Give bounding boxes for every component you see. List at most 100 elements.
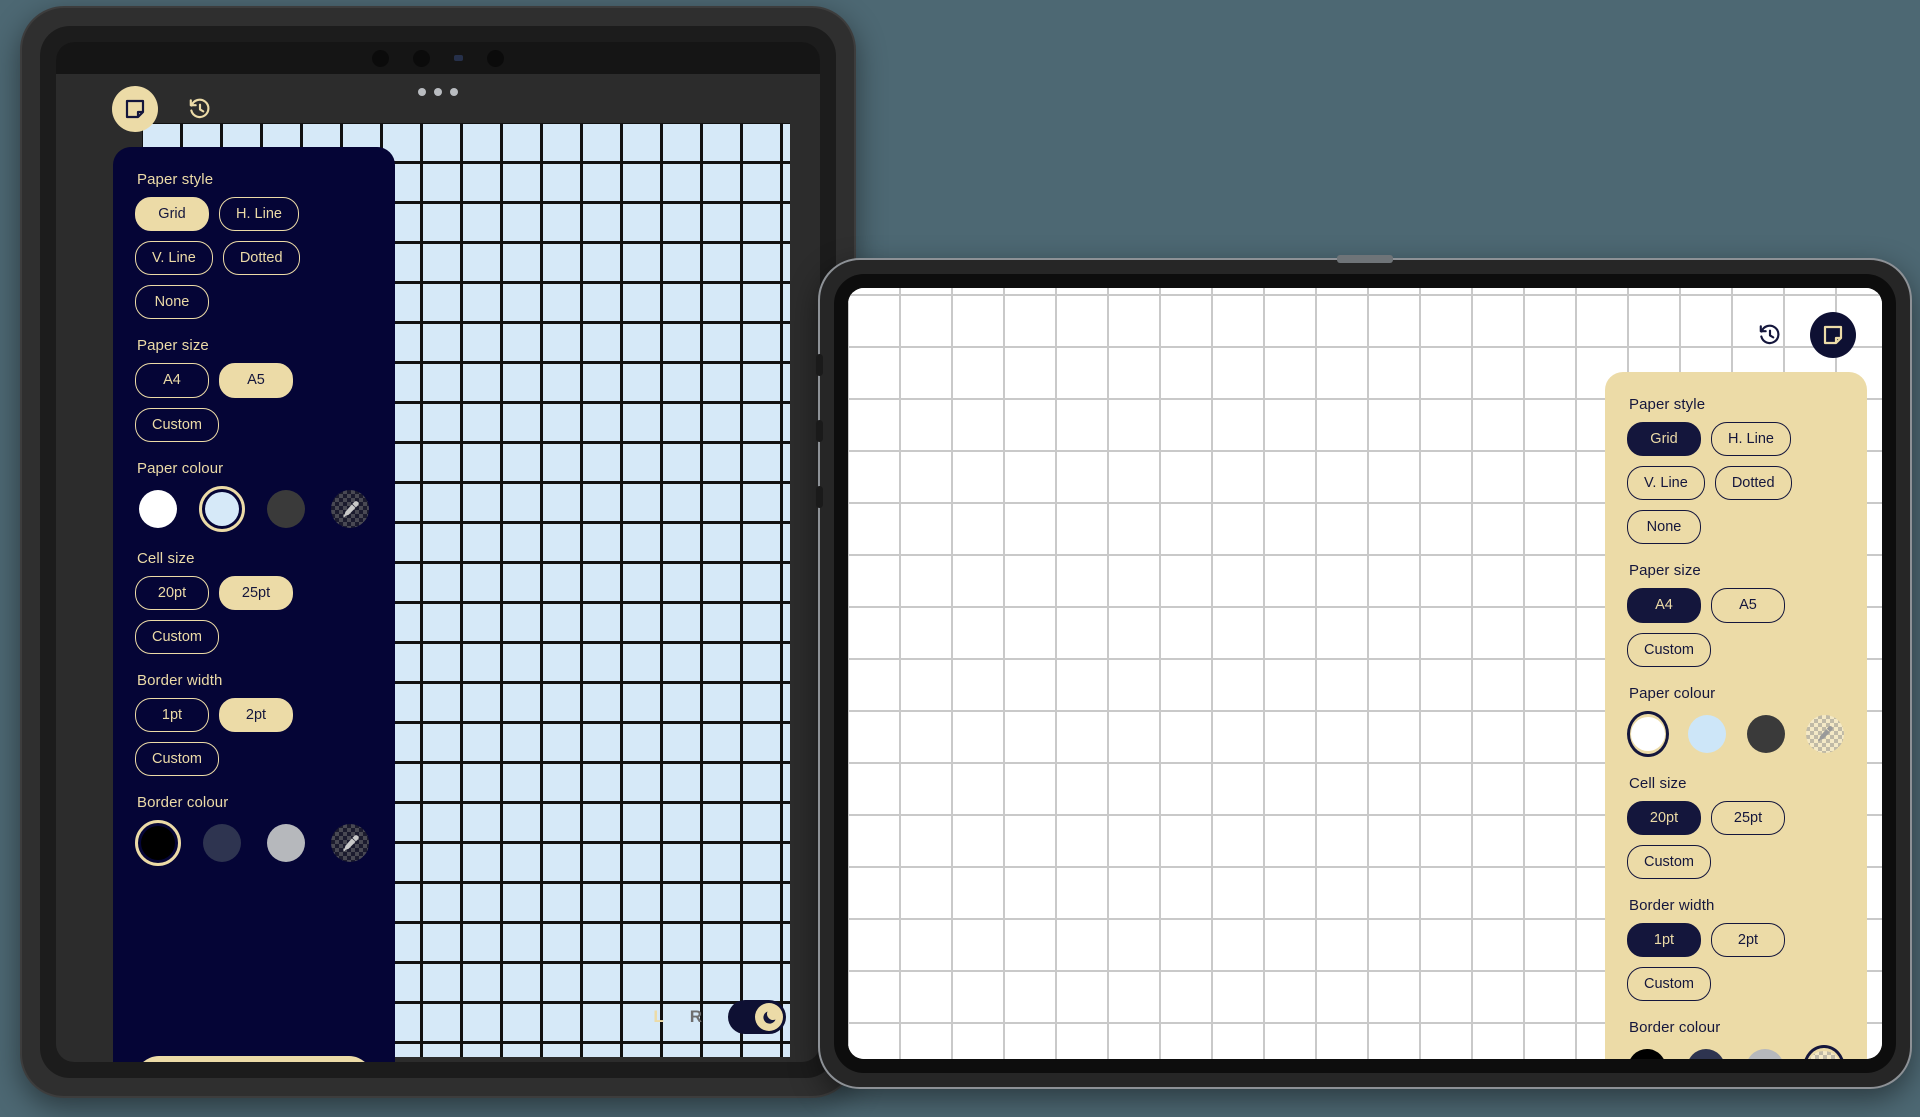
swatch-border-black[interactable] bbox=[1627, 1045, 1668, 1059]
swatch-fill bbox=[267, 489, 305, 528]
tablet-light-device: Paper style Grid H. Line V. Line Dotted … bbox=[816, 255, 1912, 1089]
section-label-border-width: Border width bbox=[1629, 896, 1715, 914]
chip-cell-size-custom[interactable]: Custom bbox=[1627, 844, 1711, 879]
history-button[interactable] bbox=[180, 89, 220, 129]
chip-paper-style-dotted[interactable]: Dotted bbox=[222, 241, 300, 276]
chip-paper-style-v-line[interactable]: V. Line bbox=[1627, 466, 1705, 501]
paper-settings-button[interactable] bbox=[1810, 312, 1856, 358]
swatch-fill bbox=[1687, 714, 1726, 753]
eyedropper-swatch bbox=[331, 489, 369, 528]
cell-size-options: 20pt 25pt Custom bbox=[135, 575, 373, 654]
chip-cell-size-20pt[interactable]: 20pt bbox=[135, 575, 209, 610]
section-border-width: Border width 1pt 2pt Custom bbox=[135, 672, 373, 777]
section-label-cell-size: Cell size bbox=[137, 549, 195, 567]
eyedropper-swatch bbox=[1807, 1051, 1842, 1059]
chip-border-width-custom[interactable]: Custom bbox=[135, 742, 219, 777]
section-paper-style: Paper style Grid H. Line V. Line Dotted … bbox=[1627, 396, 1845, 545]
section-label-border-colour: Border colour bbox=[137, 794, 229, 812]
chip-paper-style-h-line[interactable]: H. Line bbox=[219, 197, 299, 232]
swatch-fill bbox=[205, 491, 239, 526]
chip-paper-size-a4[interactable]: A4 bbox=[135, 363, 209, 398]
chip-border-width-custom[interactable]: Custom bbox=[1627, 967, 1711, 1002]
swatch-paper-white[interactable] bbox=[135, 486, 181, 532]
swatch-border-eyedropper[interactable] bbox=[1803, 1045, 1845, 1059]
chip-border-width-2pt[interactable]: 2pt bbox=[219, 697, 293, 732]
chip-cell-size-custom[interactable]: Custom bbox=[135, 619, 219, 654]
swatch-fill bbox=[141, 826, 175, 861]
side-button-icon[interactable] bbox=[816, 354, 823, 376]
swatch-border-grey[interactable] bbox=[1745, 1045, 1786, 1059]
section-label-border-colour: Border colour bbox=[1629, 1019, 1721, 1037]
section-paper-colour: Paper colour bbox=[135, 460, 373, 532]
swatch-paper-eyedropper[interactable] bbox=[1804, 711, 1845, 757]
history-revert-icon bbox=[1759, 324, 1780, 345]
swatch-fill bbox=[1630, 716, 1665, 751]
section-label-paper-style: Paper style bbox=[1629, 396, 1706, 413]
swatch-fill bbox=[1746, 714, 1785, 753]
chip-paper-size-custom[interactable]: Custom bbox=[135, 407, 219, 442]
tablet-light-screen: Paper style Grid H. Line V. Line Dotted … bbox=[848, 288, 1882, 1059]
swatch-paper-dark[interactable] bbox=[263, 486, 309, 532]
swatch-paper-blue[interactable] bbox=[199, 485, 245, 532]
swatch-border-navy[interactable] bbox=[1686, 1045, 1727, 1059]
swatch-paper-white[interactable] bbox=[1627, 710, 1669, 757]
chip-paper-style-none[interactable]: None bbox=[135, 285, 209, 320]
moon-icon bbox=[762, 1011, 776, 1024]
chip-paper-style-dotted[interactable]: Dotted bbox=[1714, 466, 1792, 501]
eyedropper-icon bbox=[1817, 726, 1833, 742]
swatch-border-black[interactable] bbox=[135, 820, 181, 867]
handle-dot-icon bbox=[450, 88, 458, 96]
paper-style-options: Grid H. Line V. Line Dotted None bbox=[135, 197, 373, 320]
camera-lens-icon bbox=[487, 49, 504, 67]
create-button[interactable]: Create bbox=[135, 1056, 373, 1062]
chip-paper-size-a5[interactable]: A5 bbox=[219, 363, 293, 398]
handedness-right-label[interactable]: R bbox=[690, 1007, 702, 1027]
swatch-border-eyedropper[interactable] bbox=[327, 820, 373, 866]
section-border-colour: Border colour bbox=[135, 794, 373, 867]
chip-cell-size-20pt[interactable]: 20pt bbox=[1627, 800, 1701, 835]
swatch-border-navy[interactable] bbox=[199, 820, 245, 866]
border-width-options: 1pt 2pt Custom bbox=[1627, 922, 1845, 1002]
chip-paper-style-grid[interactable]: Grid bbox=[135, 197, 209, 232]
swatch-border-grey[interactable] bbox=[263, 820, 309, 866]
theme-toggle[interactable] bbox=[728, 1000, 786, 1034]
chip-paper-size-a4[interactable]: A4 bbox=[1627, 588, 1701, 623]
chip-paper-size-custom[interactable]: Custom bbox=[1627, 632, 1711, 667]
paper-size-options: A4 A5 Custom bbox=[1627, 588, 1845, 667]
chip-border-width-1pt[interactable]: 1pt bbox=[1627, 922, 1701, 957]
chip-border-width-2pt[interactable]: 2pt bbox=[1711, 922, 1785, 957]
tablet-light-toolbar bbox=[1750, 312, 1856, 358]
chip-cell-size-25pt[interactable]: 25pt bbox=[1711, 800, 1785, 835]
chip-cell-size-25pt[interactable]: 25pt bbox=[219, 575, 293, 610]
tablet-light-antenna-band bbox=[1337, 255, 1393, 263]
side-button-icon[interactable] bbox=[816, 486, 823, 508]
chip-paper-style-grid[interactable]: Grid bbox=[1627, 422, 1701, 457]
tablet-dark-bezel: Paper style Grid H. Line V. Line Dotted … bbox=[40, 26, 836, 1078]
eyedropper-swatch bbox=[1805, 714, 1844, 753]
side-button-icon[interactable] bbox=[816, 420, 823, 442]
chip-paper-style-none[interactable]: None bbox=[1627, 510, 1701, 545]
chip-paper-size-a5[interactable]: A5 bbox=[1711, 588, 1785, 623]
paper-settings-button[interactable] bbox=[112, 86, 158, 132]
tablet-dark-device: Paper style Grid H. Line V. Line Dotted … bbox=[20, 6, 856, 1098]
history-button[interactable] bbox=[1750, 315, 1790, 355]
eyedropper-icon bbox=[343, 835, 359, 852]
swatch-paper-eyedropper[interactable] bbox=[327, 486, 373, 532]
tablet-dark-screen: Paper style Grid H. Line V. Line Dotted … bbox=[56, 42, 820, 1062]
swatch-paper-dark[interactable] bbox=[1745, 711, 1786, 757]
section-label-cell-size: Cell size bbox=[1629, 774, 1687, 792]
paper-settings-panel-light: Paper style Grid H. Line V. Line Dotted … bbox=[1605, 372, 1867, 1059]
tablet-dark-camera-bar bbox=[56, 42, 820, 74]
chip-paper-style-h-line[interactable]: H. Line bbox=[1711, 422, 1791, 457]
chip-border-width-1pt[interactable]: 1pt bbox=[135, 697, 209, 732]
paper-colour-swatches bbox=[135, 485, 373, 532]
border-colour-swatches bbox=[135, 820, 373, 867]
chip-paper-style-v-line[interactable]: V. Line bbox=[135, 241, 213, 276]
handle-dot-icon bbox=[418, 88, 426, 96]
note-paper-icon bbox=[125, 99, 145, 119]
section-paper-colour: Paper colour bbox=[1627, 685, 1845, 757]
cell-size-options: 20pt 25pt Custom bbox=[1627, 800, 1845, 879]
handedness-left-label[interactable]: L bbox=[653, 1007, 663, 1027]
paper-size-options: A4 A5 Custom bbox=[135, 363, 373, 442]
swatch-paper-blue[interactable] bbox=[1687, 711, 1728, 757]
